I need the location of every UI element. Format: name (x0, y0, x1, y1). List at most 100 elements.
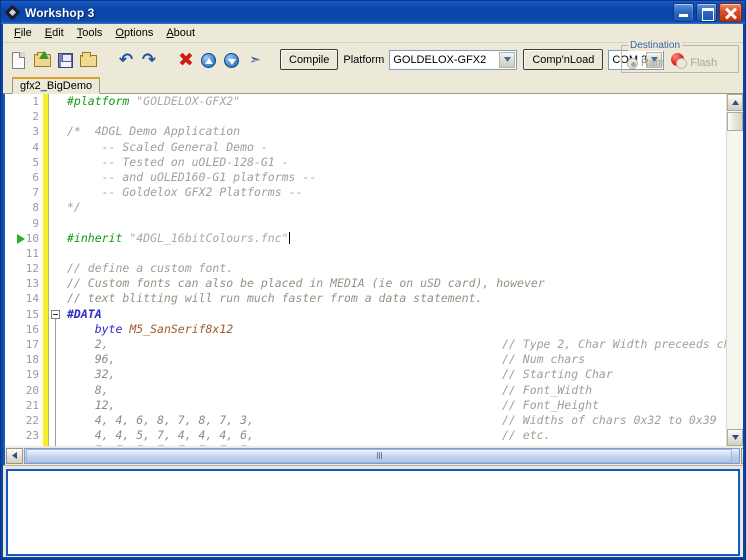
tab-gfx2-bigdemo[interactable]: gfx2_BigDemo (12, 77, 101, 94)
code-folding-gutter[interactable] (49, 94, 62, 446)
download-icon[interactable] (220, 49, 242, 70)
code-line[interactable]: -- Scaled General Demo - (67, 140, 726, 155)
trailing-comment: // Font_Width (502, 382, 593, 397)
trailing-comment: // Font_Height (502, 397, 599, 412)
code-token-kw: byte (94, 321, 123, 336)
menu-rest-file: ile (20, 27, 32, 39)
code-line[interactable]: 4, 4, 6, 8, 7, 8, 7, 3, // Widths of char… (67, 413, 726, 428)
compile-and-load-button[interactable]: Comp'nLoad (523, 49, 604, 70)
code-line[interactable]: // text blitting will run much faster fr… (67, 291, 726, 306)
tab-strip: gfx2_BigDemo (3, 76, 743, 94)
fold-collapse-box[interactable] (51, 309, 60, 319)
scroll-left-arrow-icon[interactable] (6, 447, 23, 464)
code-line[interactable]: 32, // Starting Char (67, 367, 726, 382)
code-line[interactable] (67, 246, 726, 261)
radio-ram-dot (627, 57, 638, 69)
code-token-cmt: -- and uOLED160-G1 platforms -- (67, 169, 317, 184)
menu-item-options[interactable]: Options (109, 25, 160, 41)
code-token-num: 8, (94, 382, 109, 397)
chevron-down-icon[interactable] (499, 51, 516, 68)
line-number: 24 (5, 443, 39, 446)
trailing-comment: // Starting Char (502, 367, 613, 382)
scroll-up-arrow-icon[interactable] (727, 94, 743, 111)
window-title: Workshop 3 (25, 5, 95, 20)
code-line[interactable]: 8, // Font_Width (67, 383, 726, 398)
code-line[interactable]: // define a custom font. (67, 261, 726, 276)
code-token-str: "GOLDELOX-GFX2" (136, 94, 241, 108)
code-token-num: 32, (94, 367, 116, 382)
line-number: 9 (32, 216, 39, 230)
save-file-icon[interactable] (54, 49, 76, 70)
code-line[interactable]: /* 4DGL Demo Application (67, 124, 726, 139)
maximize-button[interactable] (696, 3, 717, 22)
folder-icon[interactable] (77, 49, 99, 70)
radio-flash-label: Flash (690, 57, 718, 69)
code-line[interactable] (67, 216, 726, 231)
code-line[interactable]: -- Tested on uOLED-128-G1 - (67, 155, 726, 170)
text-caret (288, 231, 290, 244)
code-line[interactable]: -- and uOLED160-G1 platforms -- (67, 170, 726, 185)
destination-legend: Destination (628, 40, 683, 51)
code-line[interactable]: #inherit "4DGL_16bitColours.fnc" (67, 231, 726, 246)
undo-icon[interactable]: ↶ (114, 49, 136, 70)
code-token-cmt: -- Tested on uOLED-128-G1 - (67, 154, 289, 169)
code-line[interactable]: */ (67, 200, 726, 215)
code-line[interactable]: #platform "GOLDELOX-GFX2" (67, 94, 726, 109)
scroll-right-arrow-icon[interactable] (741, 447, 743, 464)
code-token-cmt: */ (67, 200, 81, 215)
horizontal-scroll-thumb[interactable] (24, 447, 740, 464)
minimize-button[interactable] (673, 3, 694, 22)
line-number: 17 (25, 338, 39, 351)
code-line[interactable] (67, 109, 726, 124)
tab-filler (100, 79, 743, 94)
code-line[interactable]: // Custom fonts can also be placed in ME… (67, 276, 726, 291)
new-file-icon[interactable] (8, 49, 30, 70)
vertical-scroll-thumb[interactable] (727, 112, 743, 131)
radio-flash[interactable]: Flash (676, 57, 717, 69)
editor-horizontal-scrollbar[interactable] (3, 446, 743, 465)
code-line[interactable]: 12, // Font_Height (67, 398, 726, 413)
code-line[interactable]: #DATA (67, 307, 726, 322)
menu-accel-edit: E (44, 27, 53, 39)
breakpoint-marker-icon[interactable] (17, 233, 25, 244)
line-number: 6 (32, 170, 39, 184)
line-number: 8 (32, 201, 39, 215)
delete-icon[interactable]: ✖ (174, 49, 196, 70)
scroll-down-arrow-icon[interactable] (727, 429, 743, 446)
output-panel[interactable] (6, 469, 740, 556)
upload-icon[interactable] (197, 49, 219, 70)
menu-rest-edit: dit (52, 27, 64, 39)
toolbar: ↶ ↷ ✖ ➣ Compile Platform GOLDELOX-GFX2 C… (3, 40, 743, 76)
menu-item-file[interactable]: File (8, 25, 39, 41)
code-text-area[interactable]: #platform "GOLDELOX-GFX2" /* 4DGL Demo Ap… (62, 94, 726, 446)
code-line[interactable]: 96, // Num chars (67, 352, 726, 367)
code-line[interactable]: 2, // Type 2, Char Width preceeds ch (67, 337, 726, 352)
radio-ram[interactable]: Ram (627, 57, 664, 69)
vertical-scroll-track[interactable] (727, 131, 743, 429)
open-file-icon[interactable] (31, 49, 53, 70)
title-bar[interactable]: Workshop 3 (1, 1, 745, 24)
menu-rest-options: ptions (123, 27, 154, 39)
code-editor[interactable]: 123456789101112131415161718192021222324 … (5, 94, 726, 446)
code-token-num: 7, 7, 7, 7, 7, 7, 7, 7, (95, 443, 254, 446)
menu-item-edit[interactable]: Edit (39, 25, 71, 41)
platform-select[interactable]: GOLDELOX-GFX2 (389, 49, 518, 70)
window-buttons (673, 3, 742, 22)
menu-item-about[interactable]: About (160, 25, 202, 41)
close-button[interactable] (719, 3, 742, 22)
code-line[interactable]: 7, 7, 7, 7, 7, 7, 7, 7, (67, 443, 726, 446)
redo-icon[interactable]: ↷ (137, 49, 159, 70)
code-token-num: 12, (94, 397, 116, 412)
code-line[interactable]: -- Goldelox GFX2 Platforms -- (67, 185, 726, 200)
radio-ram-label: Ram (641, 57, 665, 69)
menu-item-tools[interactable]: Tools (71, 25, 110, 41)
code-line[interactable]: 4, 4, 5, 7, 4, 4, 4, 6, // etc. (67, 428, 726, 443)
app-diamond-icon (4, 4, 21, 21)
flash-icon[interactable]: ➣ (243, 49, 265, 70)
code-line[interactable]: byte M5_SanSerif8x12 (67, 322, 726, 337)
tab-label: gfx2_BigDemo (20, 80, 93, 92)
compile-button[interactable]: Compile (280, 49, 339, 70)
editor-vertical-scrollbar[interactable] (726, 94, 743, 446)
